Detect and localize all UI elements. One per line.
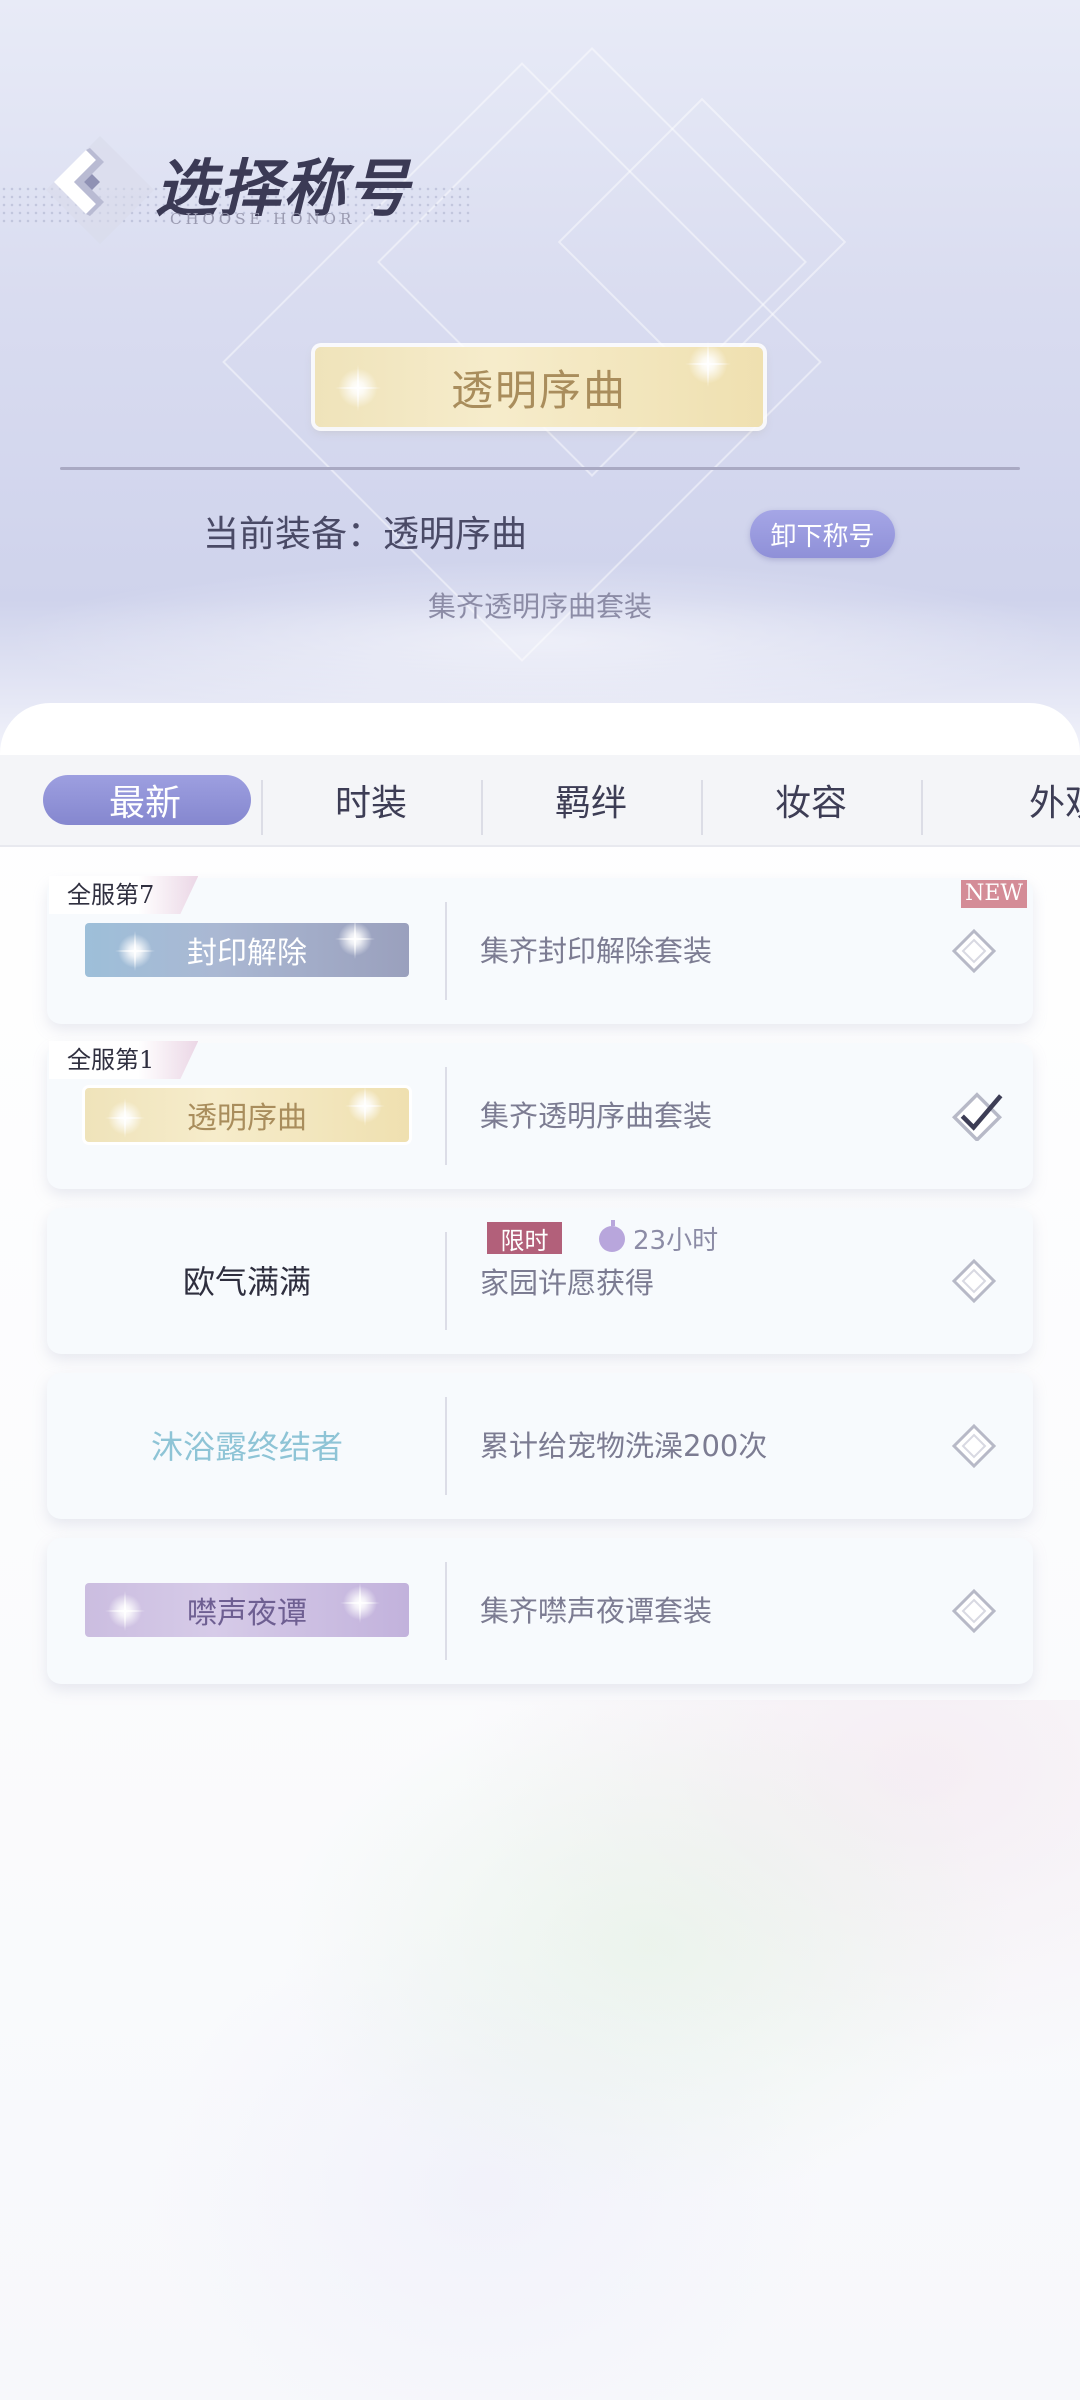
item-separator	[445, 902, 447, 1000]
unchecked-diamond-icon[interactable]	[951, 1588, 997, 1634]
item-separator	[445, 1232, 447, 1330]
honor-item[interactable]: 欧气满满 限时 23小时 家园许愿获得	[47, 1208, 1033, 1354]
divider	[60, 467, 1020, 470]
honor-item[interactable]: 全服第1 透明序曲 集齐透明序曲套装	[47, 1041, 1033, 1189]
sparkle-icon	[335, 365, 381, 411]
timer: 23小时	[599, 1219, 718, 1257]
sparkle-icon	[115, 931, 155, 971]
sparkle-icon	[340, 1583, 380, 1623]
unchecked-diamond-icon[interactable]	[951, 928, 997, 974]
unchecked-diamond-icon[interactable]	[951, 1423, 997, 1469]
page-subtitle: CHOOSE HONOR	[170, 210, 356, 228]
honor-description: 家园许愿获得	[480, 1266, 655, 1300]
rank-tag: 全服第1	[49, 1041, 199, 1079]
limited-badge: 限时	[487, 1222, 562, 1255]
current-honor-description: 集齐透明序曲套装	[427, 590, 652, 623]
rank-tag: 全服第7	[49, 876, 199, 914]
sparkle-icon	[345, 1088, 385, 1126]
current-equip-text: 当前装备：透明序曲	[203, 514, 528, 555]
honor-item[interactable]: 全服第7 NEW 封印解除 集齐封印解除套装	[47, 876, 1033, 1024]
tab-bond[interactable]: 羁绊	[481, 755, 701, 845]
unequip-button[interactable]: 卸下称号	[750, 510, 895, 558]
honor-description: 集齐封印解除套装	[480, 934, 713, 968]
tab-appearance[interactable]: 外观	[955, 755, 1080, 845]
honor-badge: 透明序曲	[85, 1088, 409, 1142]
current-honor-label: 透明序曲	[450, 365, 627, 415]
honor-item[interactable]: 噤声夜谭 集齐噤声夜谭套装	[47, 1538, 1033, 1684]
unchecked-diamond-icon[interactable]	[951, 1258, 997, 1304]
honor-item[interactable]: 沐浴露终结者 累计给宠物洗澡200次	[47, 1373, 1033, 1519]
honor-badge: 噤声夜谭	[85, 1583, 409, 1637]
checked-diamond-icon[interactable]	[951, 1089, 1003, 1141]
item-separator	[445, 1397, 447, 1495]
tab-makeup[interactable]: 妆容	[701, 755, 921, 845]
decor-glow	[0, 560, 1080, 720]
tab-latest[interactable]: 最新	[35, 755, 255, 845]
honor-description: 集齐透明序曲套装	[480, 1099, 713, 1133]
chevron-left-icon	[46, 136, 154, 244]
tab-fashion[interactable]: 时装	[261, 755, 481, 845]
current-honor-badge: 透明序曲	[315, 341, 763, 427]
item-separator	[445, 1562, 447, 1660]
stopwatch-icon	[599, 1219, 625, 1252]
item-separator	[445, 1067, 447, 1165]
sparkle-icon	[335, 923, 375, 959]
sparkle-icon	[685, 341, 731, 387]
tab-separator	[921, 780, 923, 835]
sparkle-icon	[105, 1591, 145, 1631]
bottom-decoration	[0, 1700, 1080, 2400]
sparkle-icon	[105, 1098, 145, 1138]
new-badge: NEW	[961, 880, 1027, 908]
back-button[interactable]	[40, 130, 160, 250]
honor-badge: 封印解除	[85, 923, 409, 977]
tab-bar: 最新 时装 羁绊 妆容 外观	[0, 755, 1080, 847]
honor-badge: 沐浴露终结者	[150, 1428, 343, 1466]
honor-description: 累计给宠物洗澡200次	[480, 1429, 768, 1463]
honor-description: 集齐噤声夜谭套装	[480, 1594, 713, 1628]
honor-badge: 欧气满满	[182, 1263, 311, 1301]
